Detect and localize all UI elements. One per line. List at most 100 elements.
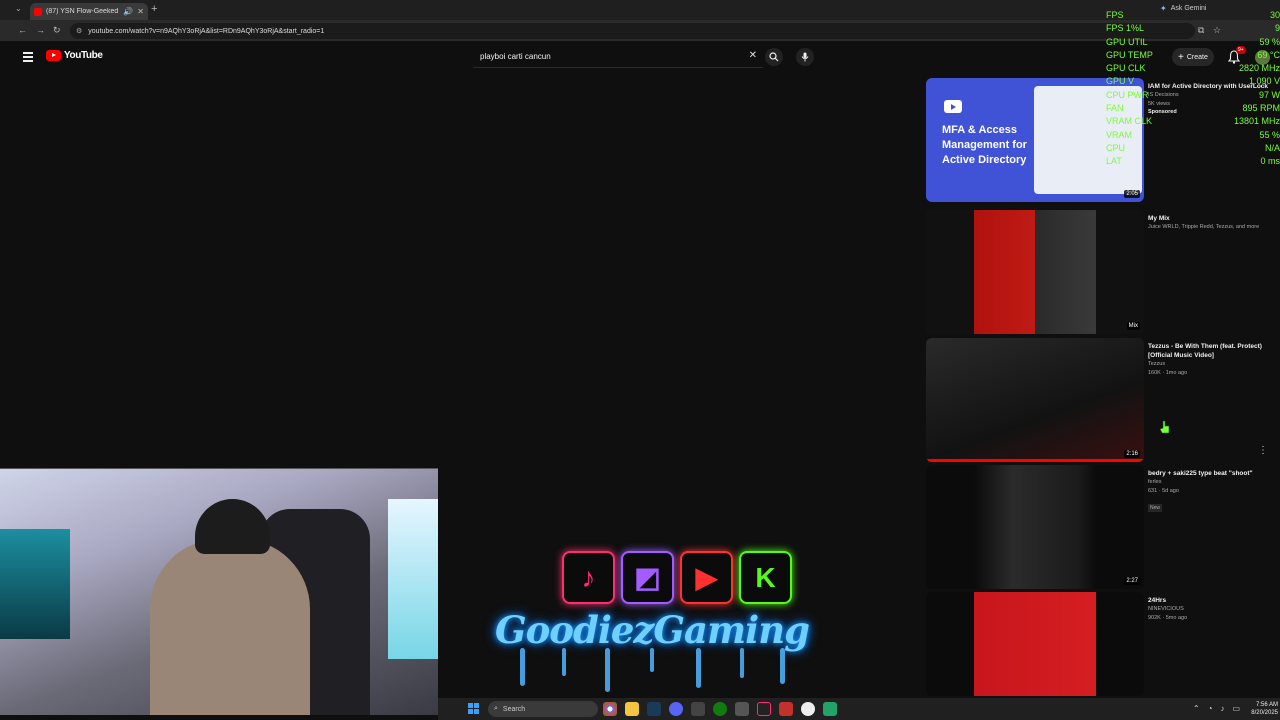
youtube-play-icon — [46, 50, 61, 61]
microphone-icon — [801, 52, 809, 62]
steam-app-icon[interactable] — [647, 702, 661, 716]
url-field[interactable]: ⚙ youtube.com/watch?v=n9AQhY3oRjA&list=R… — [70, 23, 1195, 39]
obs-app-icon[interactable] — [801, 702, 815, 716]
video-title[interactable]: bedry + saki225 type beat "shoot" — [1148, 469, 1276, 478]
file-explorer-icon[interactable] — [625, 702, 639, 716]
clear-search-icon[interactable]: ✕ — [749, 50, 757, 61]
video-meta: bedry + saki225 type beat "shoot" ferles… — [1148, 469, 1276, 514]
osd-label: FAN — [1106, 103, 1124, 114]
search-button[interactable] — [765, 48, 783, 66]
webcam-cap — [195, 499, 270, 554]
osd-label: CPU PWR — [1106, 89, 1149, 100]
performance-overlay: FPS 30 FPS 1%L 9 GPU UTIL 59 % GPU TEMP 69 °C GP… — [1106, 10, 1280, 170]
youtube-header: YouTube playboi carti cancun ✕ + Create … — [0, 42, 1280, 72]
search-input[interactable]: playboi carti cancun ✕ — [473, 46, 763, 68]
start-button[interactable] — [468, 703, 479, 714]
menu-icon[interactable] — [23, 52, 33, 64]
more-actions-icon[interactable]: ⋮ — [1258, 445, 1268, 456]
duration-badge: 2:27 — [1124, 577, 1140, 585]
osd-row: GPU UTIL 59 % — [1106, 37, 1280, 50]
osd-value: 0 ms — [1260, 156, 1280, 167]
taskbar-apps — [603, 702, 837, 716]
duration-badge: 2:05 — [1124, 190, 1140, 198]
duration-badge: 2:16 — [1124, 450, 1140, 458]
osd-label: GPU TEMP — [1106, 49, 1153, 60]
recommendation-item[interactable]: 2:16 Tezzus - Be With Them (feat. Protec… — [926, 338, 1280, 462]
browser-tab[interactable]: (87) YSN Flow-Geeked Up 🔊 ✕ — [30, 3, 148, 20]
video-thumbnail[interactable]: Mix — [926, 210, 1144, 334]
osd-row: VRAM 55 % — [1106, 130, 1280, 143]
app-icon[interactable] — [823, 702, 837, 716]
recommendation-item[interactable]: 2:27 bedry + saki225 type beat "shoot" f… — [926, 465, 1280, 589]
osd-label: VRAM — [1106, 129, 1133, 140]
video-meta: My Mix Juice WRLD, Trippie Redd, Tezzus,… — [1148, 214, 1276, 232]
osd-value: 2820 MHz — [1238, 63, 1280, 74]
channel-name[interactable]: ferles — [1148, 478, 1276, 487]
chrome-app-icon[interactable] — [603, 702, 617, 716]
search-value: playboi carti cancun — [480, 52, 551, 61]
mix-badge: Mix — [1126, 322, 1140, 330]
site-info-icon[interactable]: ⚙ — [76, 27, 82, 35]
video-meta: 24Hrs NINEVICIOUS 902K · 5mo ago — [1148, 596, 1276, 623]
taskbar-search[interactable]: ⌕ Search — [488, 701, 598, 717]
channel-name[interactable]: NINEVICIOUS — [1148, 605, 1276, 614]
osd-label: GPU V — [1106, 76, 1135, 87]
url-text: youtube.com/watch?v=n9AQhY3oRjA&list=RDn… — [88, 27, 325, 35]
app-icon[interactable] — [779, 702, 793, 716]
webcam-monitor — [0, 529, 70, 639]
social-icons: ♪ ◩ ▶ K — [562, 551, 792, 604]
brand-logo-text: GoodiezGaming — [495, 608, 810, 652]
voice-search-button[interactable] — [796, 48, 814, 66]
back-icon[interactable]: ← — [18, 25, 27, 35]
osd-value: 59 % — [1259, 36, 1280, 47]
kick-icon: K — [739, 551, 792, 604]
video-thumbnail[interactable]: 2:27 — [926, 465, 1144, 589]
tray-expand-icon[interactable]: ⌃ — [1193, 704, 1200, 713]
webcam-feed — [0, 468, 438, 715]
osd-label: LAT — [1106, 156, 1122, 167]
twitch-icon: ◩ — [621, 551, 674, 604]
youtube-icon: ▶ — [680, 551, 733, 604]
volume-icon[interactable]: ♪ — [1220, 704, 1224, 713]
tab-search-icon[interactable]: ⌄ — [15, 4, 22, 13]
app-icon[interactable] — [691, 702, 705, 716]
video-title[interactable]: My Mix — [1148, 214, 1276, 223]
video-thumbnail[interactable]: 2:16 — [926, 338, 1144, 462]
new-tab-button[interactable]: + — [151, 3, 157, 15]
video-title[interactable]: 24Hrs — [1148, 596, 1276, 605]
video-stats: 160K · 1mo ago — [1148, 370, 1188, 376]
video-thumbnail[interactable] — [926, 592, 1144, 696]
osd-value: 97 W — [1258, 89, 1280, 100]
osd-value: 895 RPM — [1242, 103, 1280, 114]
osd-row: CPU PWR 97 W — [1106, 90, 1280, 103]
forward-icon[interactable]: → — [36, 25, 45, 35]
xbox-app-icon[interactable] — [713, 702, 727, 716]
webcam-pc-case — [388, 499, 438, 659]
display-icon[interactable]: ▭ — [1232, 704, 1240, 713]
webcam-streamer — [150, 539, 310, 715]
clock-date: 8/20/2025 — [1251, 710, 1278, 716]
speaker-icon[interactable]: 🔊 — [123, 7, 133, 16]
channel-name[interactable]: Juice WRLD, Trippie Redd, Tezzus, and mo… — [1148, 223, 1276, 232]
network-icon[interactable]: ◔ — [1208, 704, 1213, 713]
ad-thumbnail-text: MFA & Access Management for Active Direc… — [942, 124, 1027, 166]
osd-label: GPU CLK — [1106, 63, 1146, 74]
recommendation-item[interactable]: Mix My Mix Juice WRLD, Trippie Redd, Tez… — [926, 210, 1280, 334]
browser-tab-bar: ⌄ (87) YSN Flow-Geeked Up 🔊 ✕ + ✦ Ask Ge… — [0, 0, 1280, 20]
tiktok-app-icon[interactable] — [757, 702, 771, 716]
youtube-logo[interactable]: YouTube — [46, 50, 103, 61]
discord-app-icon[interactable] — [669, 702, 683, 716]
new-badge: New — [1148, 504, 1163, 512]
video-stats: 631 · 5d ago — [1148, 488, 1179, 494]
channel-name[interactable]: Tezzus — [1148, 360, 1276, 369]
hand-cursor-icon — [1160, 420, 1170, 434]
taskbar-clock[interactable]: 7:56 AM 8/20/2025 — [1251, 701, 1278, 717]
osd-label: FPS — [1106, 10, 1124, 20]
recommendation-item[interactable]: 24Hrs NINEVICIOUS 902K · 5mo ago — [926, 592, 1280, 696]
app-icon[interactable] — [735, 702, 749, 716]
video-title[interactable]: Tezzus - Be With Them (feat. Protect) [O… — [1148, 342, 1276, 360]
reload-icon[interactable]: ↻ — [53, 25, 61, 36]
osd-value: 55 % — [1259, 129, 1280, 140]
system-tray: ⌃ ◔ ♪ ▭ — [1193, 704, 1240, 713]
close-tab-icon[interactable]: ✕ — [137, 7, 144, 16]
